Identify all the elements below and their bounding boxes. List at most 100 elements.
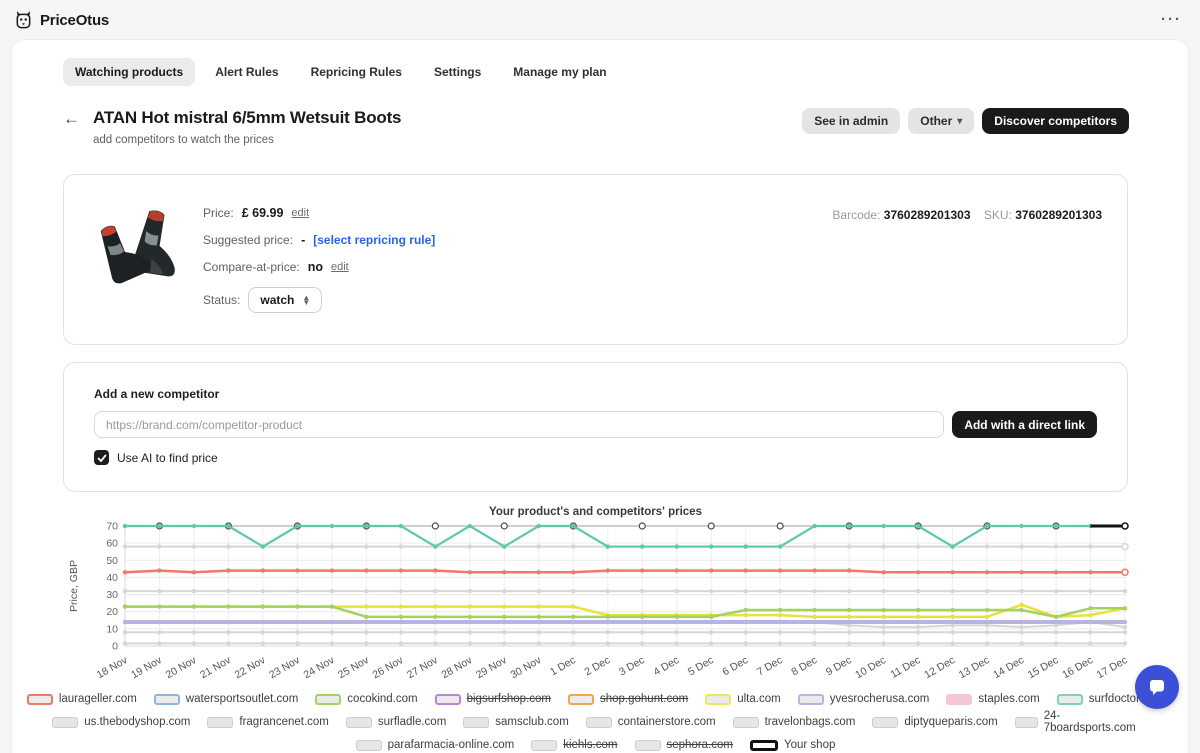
legend-item-surfladle-com[interactable]: surfladle.com (346, 710, 446, 734)
legend-swatch (568, 694, 594, 705)
status-select[interactable]: watch ▲▼ (248, 287, 322, 313)
legend-item-fragrancenet-com[interactable]: fragrancenet.com (207, 710, 329, 734)
svg-text:7 Dec: 7 Dec (755, 654, 785, 678)
svg-text:9 Dec: 9 Dec (824, 654, 854, 678)
barcode-value: 3760289201303 (884, 208, 971, 222)
legend-label: laurageller.com (59, 693, 137, 705)
svg-text:15 Dec: 15 Dec (1026, 654, 1061, 681)
legend-swatch (733, 717, 759, 728)
legend-label: yvesrocherusa.com (830, 693, 930, 705)
legend-item-sephora-com[interactable]: sephora.com (635, 739, 733, 751)
legend-label: diptyqueparis.com (904, 716, 997, 728)
svg-text:5 Dec: 5 Dec (686, 654, 716, 678)
legend-label: shop.gohunt.com (600, 693, 688, 705)
legend-item-cocokind-com[interactable]: cocokind.com (315, 693, 417, 705)
chat-bubble-icon (1147, 677, 1167, 697)
legend-label: fragrancenet.com (239, 716, 329, 728)
product-image (89, 200, 181, 292)
legend-swatch (1057, 694, 1083, 705)
legend-swatch (531, 740, 557, 751)
main-card: Watching products Alert Rules Repricing Ru… (12, 40, 1188, 753)
legend-row: parafarmacia-online.com kiehls.com sephora… (63, 739, 1128, 751)
app-name: PriceOtus (40, 12, 109, 29)
legend-label: surfladle.com (378, 716, 446, 728)
chart-legend: laurageller.comwatersportsoutlet.comcoco… (63, 693, 1128, 751)
legend-item-ulta-com[interactable]: ulta.com (705, 693, 780, 705)
barcode-label: Barcode: (832, 208, 880, 222)
legend-item-24-7boardsports-com[interactable]: 24-7boardsports.com (1015, 710, 1139, 734)
legend-label: containerstore.com (618, 716, 716, 728)
legend-item-us-thebodyshop-com[interactable]: us.thebodyshop.com (52, 710, 190, 734)
legend-swatch (750, 740, 778, 751)
use-ai-label: Use AI to find price (117, 451, 218, 465)
page-subtitle: add competitors to watch the prices (93, 134, 401, 146)
tab-watching-products[interactable]: Watching products (63, 58, 195, 86)
add-competitor-card: Add a new competitor Add with a direct l… (63, 362, 1128, 492)
svg-text:23 Nov: 23 Nov (267, 654, 302, 681)
price-edit-link[interactable]: edit (291, 207, 309, 219)
svg-text:24 Nov: 24 Nov (302, 654, 337, 681)
svg-text:29 Nov: 29 Nov (474, 654, 509, 681)
legend-item-your-shop[interactable]: Your shop (750, 739, 835, 751)
add-direct-link-button[interactable]: Add with a direct link (952, 411, 1097, 438)
svg-text:26 Nov: 26 Nov (371, 654, 406, 681)
back-arrow-icon[interactable]: ← (63, 109, 80, 146)
legend-swatch (346, 717, 372, 728)
svg-text:0: 0 (112, 641, 118, 653)
legend-item-staples-com[interactable]: staples.com (946, 693, 1039, 705)
legend-item-diptyqueparis-com[interactable]: diptyqueparis.com (872, 710, 997, 734)
tab-repricing-rules[interactable]: Repricing Rules (299, 58, 414, 86)
sku-label: SKU: (984, 208, 1012, 222)
legend-item-laurageller-com[interactable]: laurageller.com (27, 693, 137, 705)
suggested-price-value: - (301, 233, 305, 247)
svg-text:50: 50 (106, 555, 118, 567)
svg-text:11 Dec: 11 Dec (888, 654, 922, 681)
svg-text:2 Dec: 2 Dec (582, 654, 612, 678)
svg-text:21 Nov: 21 Nov (198, 654, 233, 681)
svg-text:10 Dec: 10 Dec (853, 654, 888, 681)
select-chevrons-icon: ▲▼ (302, 295, 310, 305)
suggested-price-label: Suggested price: (203, 233, 293, 247)
legend-swatch (52, 717, 78, 728)
tab-alert-rules[interactable]: Alert Rules (203, 58, 290, 86)
legend-label: cocokind.com (347, 693, 417, 705)
legend-item-watersportsoutlet-com[interactable]: watersportsoutlet.com (154, 693, 299, 705)
tabs: Watching products Alert Rules Repricing Ru… (12, 40, 1188, 86)
overflow-menu-icon[interactable]: ··· (1161, 15, 1182, 25)
svg-text:22 Nov: 22 Nov (233, 654, 268, 681)
svg-text:70: 70 (106, 521, 118, 533)
tab-settings[interactable]: Settings (422, 58, 493, 86)
legend-label: us.thebodyshop.com (84, 716, 190, 728)
legend-item-samsclub-com[interactable]: samsclub.com (463, 710, 569, 734)
legend-item-shop-gohunt-com[interactable]: shop.gohunt.com (568, 693, 688, 705)
legend-item-travelonbags-com[interactable]: travelonbags.com (733, 710, 856, 734)
product-codes: Barcode: 3760289201303 SKU: 376028920130… (832, 200, 1102, 319)
use-ai-checkbox[interactable] (94, 450, 109, 465)
legend-item-yvesrocherusa-com[interactable]: yvesrocherusa.com (798, 693, 930, 705)
legend-swatch (463, 717, 489, 728)
legend-item-containerstore-com[interactable]: containerstore.com (586, 710, 716, 734)
legend-swatch (356, 740, 382, 751)
svg-text:16 Dec: 16 Dec (1060, 654, 1095, 681)
legend-label: 24-7boardsports.com (1044, 710, 1139, 734)
svg-text:25 Nov: 25 Nov (336, 654, 371, 681)
other-dropdown-button[interactable]: Other▾ (908, 108, 974, 134)
legend-item-parafarmacia-online-com[interactable]: parafarmacia-online.com (356, 739, 515, 751)
legend-item-bigsurfshop-com[interactable]: bigsurfshop.com (435, 693, 551, 705)
svg-text:40: 40 (106, 572, 118, 584)
chat-button[interactable] (1135, 665, 1179, 709)
legend-item-kiehls-com[interactable]: kiehls.com (531, 739, 617, 751)
competitor-url-input[interactable] (94, 411, 944, 438)
svg-text:4 Dec: 4 Dec (651, 654, 681, 678)
check-icon (97, 453, 107, 463)
select-repricing-rule-link[interactable]: [select repricing rule] (313, 233, 435, 247)
svg-text:60: 60 (106, 538, 118, 550)
price-label: Price: (203, 206, 234, 220)
svg-text:18 Nov: 18 Nov (95, 654, 130, 681)
see-in-admin-button[interactable]: See in admin (802, 108, 900, 134)
discover-competitors-button[interactable]: Discover competitors (982, 108, 1129, 134)
compare-edit-link[interactable]: edit (331, 261, 349, 273)
svg-text:10: 10 (106, 623, 118, 635)
top-bar: PriceOtus ··· (0, 0, 1200, 40)
tab-manage-my-plan[interactable]: Manage my plan (501, 58, 618, 86)
